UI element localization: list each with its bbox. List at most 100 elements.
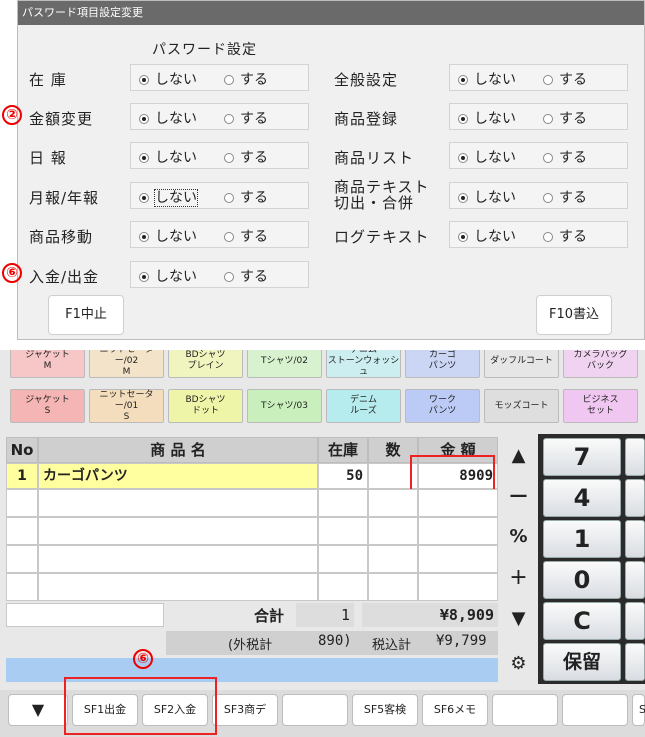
menu-toggle-button[interactable]: ▼ [8,694,68,726]
minus-button[interactable]: — [501,477,536,515]
product-button[interactable]: デニム ルーズ [326,389,401,423]
numpad-5-button[interactable] [625,479,645,517]
total-amount: ¥8,909 [362,603,498,627]
product-button[interactable]: Tシャツ/02 [247,350,322,378]
gear-icon[interactable]: ⚙ [501,645,536,683]
radio-no[interactable]: しない [139,266,197,286]
radio-group-daily-report: しない する [130,142,309,169]
radio-no-label: しない [155,269,197,285]
numpad-7-button[interactable]: 7 [543,438,621,476]
product-button[interactable]: Tシャツ/03 [247,389,322,423]
radio-no[interactable]: しない [139,187,198,207]
product-button[interactable]: ジャケット M [10,350,85,378]
radio-no[interactable]: しない [458,187,516,207]
radio-selected-icon [139,232,149,242]
numpad-00-button[interactable] [625,561,645,599]
row-no[interactable]: 1 [6,463,38,489]
tax-value: 890) [318,633,352,649]
radio-no[interactable]: しない [139,69,197,89]
col-header-name: 商 品 名 [38,437,318,463]
radio-no-label: しない [474,229,516,245]
radio-group-product-register: しない する [449,103,628,130]
deposit-withdraw-highlight-box [64,677,217,735]
tax-label: (外税計 [228,638,273,653]
clear-button[interactable]: C [543,602,621,640]
label-stock: 在 庫 [29,71,67,89]
product-button[interactable]: ビジネス セット [563,389,638,423]
dialog-title: パスワード項目設定変更 [18,1,644,25]
radio-yes[interactable]: する [543,226,587,246]
radio-yes[interactable]: する [224,187,268,207]
numpad-8-button[interactable] [625,438,645,476]
radio-yes[interactable]: する [543,108,587,128]
product-button[interactable]: BDシャツ プレイン [168,350,243,378]
radio-no[interactable]: しない [458,226,516,246]
radio-selected-icon [139,153,149,163]
product-button[interactable]: ニットセーター/02 M [89,350,164,378]
sf8-button[interactable] [562,694,628,726]
percent-button[interactable]: % [501,518,536,556]
product-button[interactable]: ニットセーター/01 S [89,389,164,423]
scroll-up-button[interactable]: ▲ [501,437,536,475]
radio-group-stock: しない する [130,64,309,91]
radio-selected-icon [139,272,149,282]
scroll-down-button[interactable]: ▼ [501,600,536,638]
sf3-product-data-button[interactable]: SF3商デ [212,694,278,726]
radio-yes[interactable]: する [543,69,587,89]
product-button[interactable]: デニム ストーンウォッシュ [326,350,401,378]
radio-yes[interactable]: する [224,147,268,167]
sf9-button[interactable]: S [632,694,645,726]
product-button[interactable]: モッズコート [484,389,559,423]
product-row-1: ジャケット M ニットセーター/02 M BDシャツ プレイン Tシャツ/02 … [10,350,645,386]
numpad-2-button[interactable] [625,520,645,558]
numpad-1-button[interactable]: 1 [543,520,621,558]
radio-selected-icon [139,193,149,203]
radio-group-monthly-report: しない する [130,182,309,209]
product-button[interactable]: ダッフルコート [484,350,559,378]
product-button[interactable]: カメラバッグ バック [563,350,638,378]
radio-no[interactable]: しない [458,108,516,128]
numpad-4-button[interactable]: 4 [543,479,621,517]
radio-yes-label: する [559,229,587,245]
radio-no[interactable]: しない [458,69,516,89]
hold-button[interactable]: 保留 [543,643,621,681]
radio-no[interactable]: しない [139,108,197,128]
radio-yes[interactable]: する [224,69,268,89]
radio-unselected-icon [543,114,553,124]
radio-no[interactable]: しない [139,147,197,167]
radio-yes[interactable]: する [224,108,268,128]
label-product-register: 商品登録 [334,110,399,128]
radio-yes[interactable]: する [543,187,587,207]
numpad-extra-button[interactable] [625,602,645,640]
radio-no-label: しない [154,189,198,207]
radio-no[interactable]: しない [458,147,516,167]
radio-yes[interactable]: する [224,266,268,286]
radio-unselected-icon [224,232,234,242]
row-product-name[interactable]: カーゴパンツ [38,463,318,489]
radio-yes[interactable]: する [543,147,587,167]
radio-yes[interactable]: する [224,226,268,246]
label-product-text: 商品テキスト 切出・合併 [334,178,430,212]
radio-unselected-icon [224,272,234,282]
sf4-button[interactable] [282,694,348,726]
radio-group-amount-change: しない する [130,103,309,130]
f10-save-button[interactable]: F10書込 [536,295,612,335]
numpad-extra-button[interactable] [625,643,645,681]
product-button[interactable]: ジャケット S [10,389,85,423]
product-button[interactable]: BDシャツ ドット [168,389,243,423]
scan-input[interactable] [6,603,164,627]
sf7-button[interactable] [492,694,558,726]
radio-unselected-icon [224,193,234,203]
radio-selected-icon [139,75,149,85]
f1-cancel-button[interactable]: F1中止 [48,295,124,335]
sf5-customer-search-button[interactable]: SF5客検 [352,694,418,726]
numpad-0-button[interactable]: 0 [543,561,621,599]
plus-button[interactable]: + [501,559,536,597]
product-button[interactable]: ワーク パンツ [405,389,480,423]
radio-no[interactable]: しない [139,226,197,246]
radio-selected-icon [458,75,468,85]
sf6-memo-button[interactable]: SF6メモ [422,694,488,726]
radio-selected-icon [458,153,468,163]
row-stock[interactable]: 50 [318,463,368,489]
product-button[interactable]: カーゴ パンツ [405,350,480,378]
